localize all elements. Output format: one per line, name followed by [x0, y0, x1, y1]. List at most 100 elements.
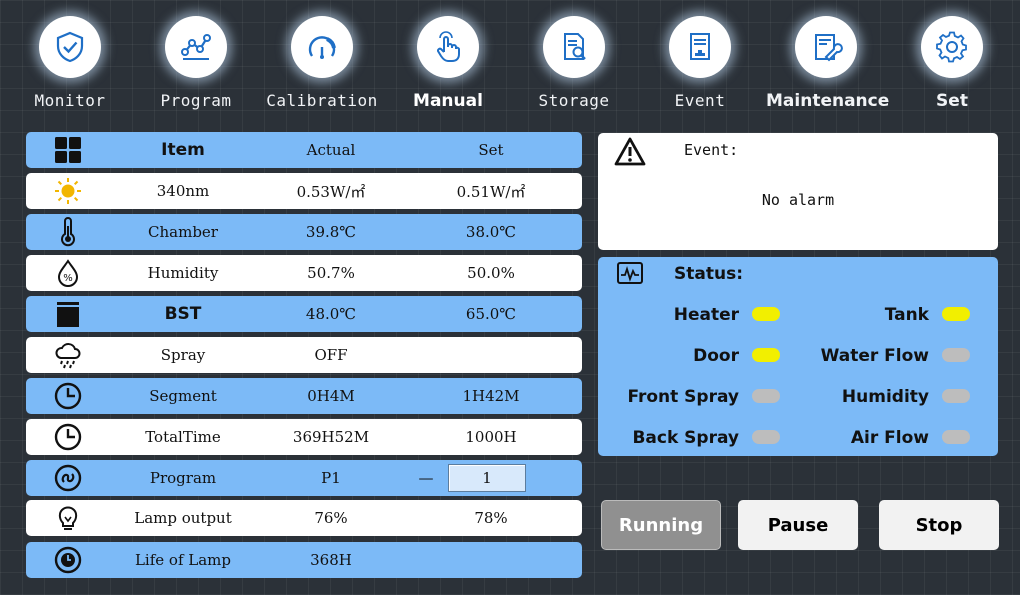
program-number-input[interactable]: 1: [448, 464, 526, 492]
status-label-humidity: Humidity: [841, 387, 929, 407]
black-panel-icon: [57, 302, 79, 327]
status-indicator-back-spray: [752, 430, 780, 444]
nav-label: Maintenance: [766, 91, 890, 111]
header-actual: Actual: [306, 141, 356, 159]
hand-pointer-icon: [437, 31, 460, 62]
row-actual: 368H: [310, 551, 352, 569]
nav-label: Calibration: [266, 91, 378, 110]
table-row-spray[interactable]: Spray OFF: [26, 337, 582, 373]
header-set: Set: [478, 141, 504, 159]
status-label-door: Door: [693, 346, 739, 366]
status-indicator-heater: [752, 307, 780, 321]
status-indicator-air-flow: [942, 430, 970, 444]
status-label-back-spray: Back Spray: [632, 428, 739, 448]
bulb-icon: [58, 506, 78, 530]
row-actual[interactable]: OFF: [256, 346, 406, 364]
table-row-irradiance[interactable]: 340nm 0.53W/㎡ 0.51W/㎡: [26, 173, 582, 209]
row-name: 340nm: [156, 182, 210, 200]
gear-icon: [936, 31, 967, 63]
program-dash: —: [418, 469, 434, 487]
running-button[interactable]: Running: [601, 500, 721, 550]
chart-line-icon: [181, 34, 211, 60]
waveform-monitor-icon: [617, 262, 643, 284]
row-set[interactable]: 38.0℃: [406, 223, 576, 241]
row-name: BST: [164, 304, 202, 324]
nav-set[interactable]: Set: [892, 10, 1012, 114]
nav-calibration[interactable]: Calibration: [262, 10, 382, 114]
status-label-water-flow: Water Flow: [820, 346, 929, 366]
table-row-program[interactable]: Program P1 — 1: [26, 460, 582, 496]
row-name: TotalTime: [145, 428, 221, 446]
row-actual: 369H52M: [292, 428, 370, 446]
status-indicator-water-flow: [942, 348, 970, 362]
status-indicator-humidity: [942, 389, 970, 403]
shield-check-icon: [56, 31, 84, 63]
header-item: Item: [161, 140, 205, 160]
row-actual: 48.0℃: [305, 305, 357, 323]
row-actual: 50.7%: [307, 264, 355, 282]
row-set[interactable]: 78%: [406, 509, 576, 527]
nav-label: Manual: [413, 91, 483, 111]
event-message: No alarm: [761, 191, 835, 209]
status-label-front-spray: Front Spray: [627, 387, 739, 407]
nav-label: Program: [160, 91, 232, 110]
row-name: Lamp output: [134, 509, 232, 527]
table-row-segment[interactable]: Segment 0H4M 1H42M: [26, 378, 582, 414]
row-actual: P1: [321, 469, 341, 487]
table-header: Item Actual Set: [26, 132, 582, 168]
nav-label: Monitor: [34, 91, 106, 110]
status-label-tank: Tank: [884, 305, 929, 325]
rain-cloud-icon: [55, 343, 81, 369]
row-set[interactable]: 50.0%: [406, 264, 576, 282]
row-name: Segment: [149, 387, 217, 405]
row-actual: 0H4M: [307, 387, 355, 405]
nav-label: Set: [936, 91, 968, 111]
row-set[interactable]: 1H42M: [406, 387, 576, 405]
nav-manual[interactable]: Manual: [388, 10, 508, 114]
nav-program[interactable]: Program: [136, 10, 256, 114]
svg-text:%: %: [63, 273, 73, 284]
program-loop-icon: [54, 464, 82, 492]
humidity-drop-icon: %: [57, 259, 79, 287]
table-row-chamber[interactable]: Chamber 39.8℃ 38.0℃: [26, 214, 582, 250]
document-search-icon: [564, 33, 586, 60]
nav-label: Storage: [538, 91, 610, 110]
table-row-life-of-lamp[interactable]: Life of Lamp 368H: [26, 542, 582, 578]
table-row-bst[interactable]: BST 48.0℃ 65.0℃: [26, 296, 582, 332]
table-row-humidity[interactable]: % Humidity 50.7% 50.0%: [26, 255, 582, 291]
status-label-air-flow: Air Flow: [850, 428, 929, 448]
nav-maintenance[interactable]: Maintenance: [766, 10, 890, 114]
grid-icon: [55, 137, 81, 163]
status-indicator-front-spray: [752, 389, 780, 403]
status-indicator-door: [752, 348, 780, 362]
stop-button[interactable]: Stop: [879, 500, 999, 550]
row-actual: 0.53W/㎡: [296, 182, 366, 201]
row-set[interactable]: 0.51W/㎡: [406, 181, 576, 202]
row-set[interactable]: 1000H: [406, 428, 576, 446]
status-label-heater: Heater: [673, 305, 739, 325]
row-set[interactable]: 65.0℃: [406, 305, 576, 323]
row-name: Life of Lamp: [134, 551, 232, 569]
gauge-icon: [308, 36, 336, 59]
row-name: Spray: [160, 346, 206, 364]
row-name: Humidity: [147, 264, 219, 282]
nav-label: Event: [674, 91, 726, 110]
pause-button[interactable]: Pause: [738, 500, 858, 550]
event-title: Event:: [684, 141, 739, 159]
event-panel: Event: No alarm: [598, 133, 998, 250]
status-title: Status:: [674, 264, 743, 284]
nav-storage[interactable]: Storage: [514, 10, 634, 114]
row-actual: 39.8℃: [305, 223, 357, 241]
row-name: Program: [149, 469, 217, 487]
document-stamp-icon: [690, 33, 710, 60]
clock-icon: [54, 382, 82, 410]
table-row-lamp-output[interactable]: Lamp output 76% 78%: [26, 500, 582, 536]
row-actual: 76%: [314, 509, 348, 527]
nav-monitor[interactable]: Monitor: [10, 10, 130, 114]
table-row-totaltime[interactable]: TotalTime 369H52M 1000H: [26, 419, 582, 455]
warning-icon: [614, 137, 646, 166]
nav-event[interactable]: Event: [640, 10, 760, 114]
thermometer-icon: [61, 217, 75, 247]
clock-icon: [54, 423, 82, 451]
row-name: Chamber: [148, 223, 218, 241]
